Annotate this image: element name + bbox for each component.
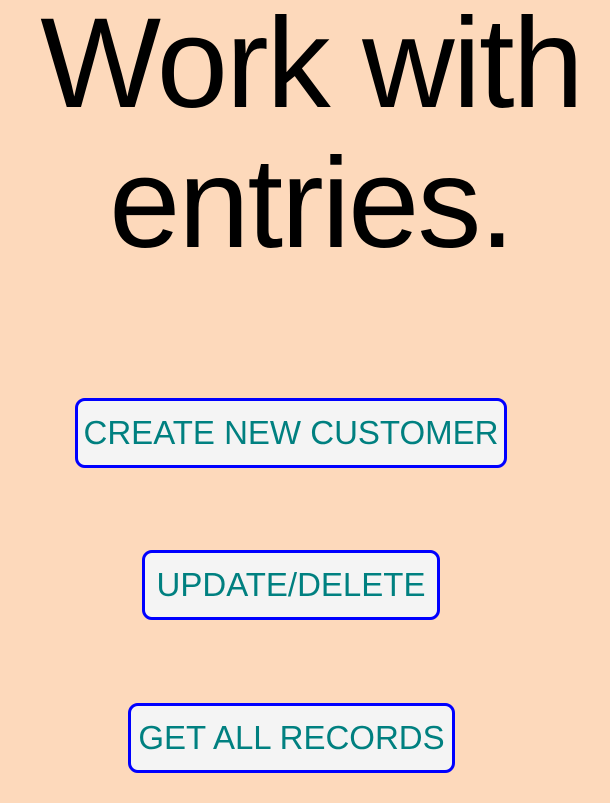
page-title: Work with entries.	[40, 0, 584, 275]
create-new-customer-button[interactable]: CREATE NEW CUSTOMER	[75, 398, 507, 468]
update-delete-button[interactable]: UPDATE/DELETE	[142, 550, 440, 620]
get-all-records-button[interactable]: GET ALL RECORDS	[128, 703, 455, 773]
